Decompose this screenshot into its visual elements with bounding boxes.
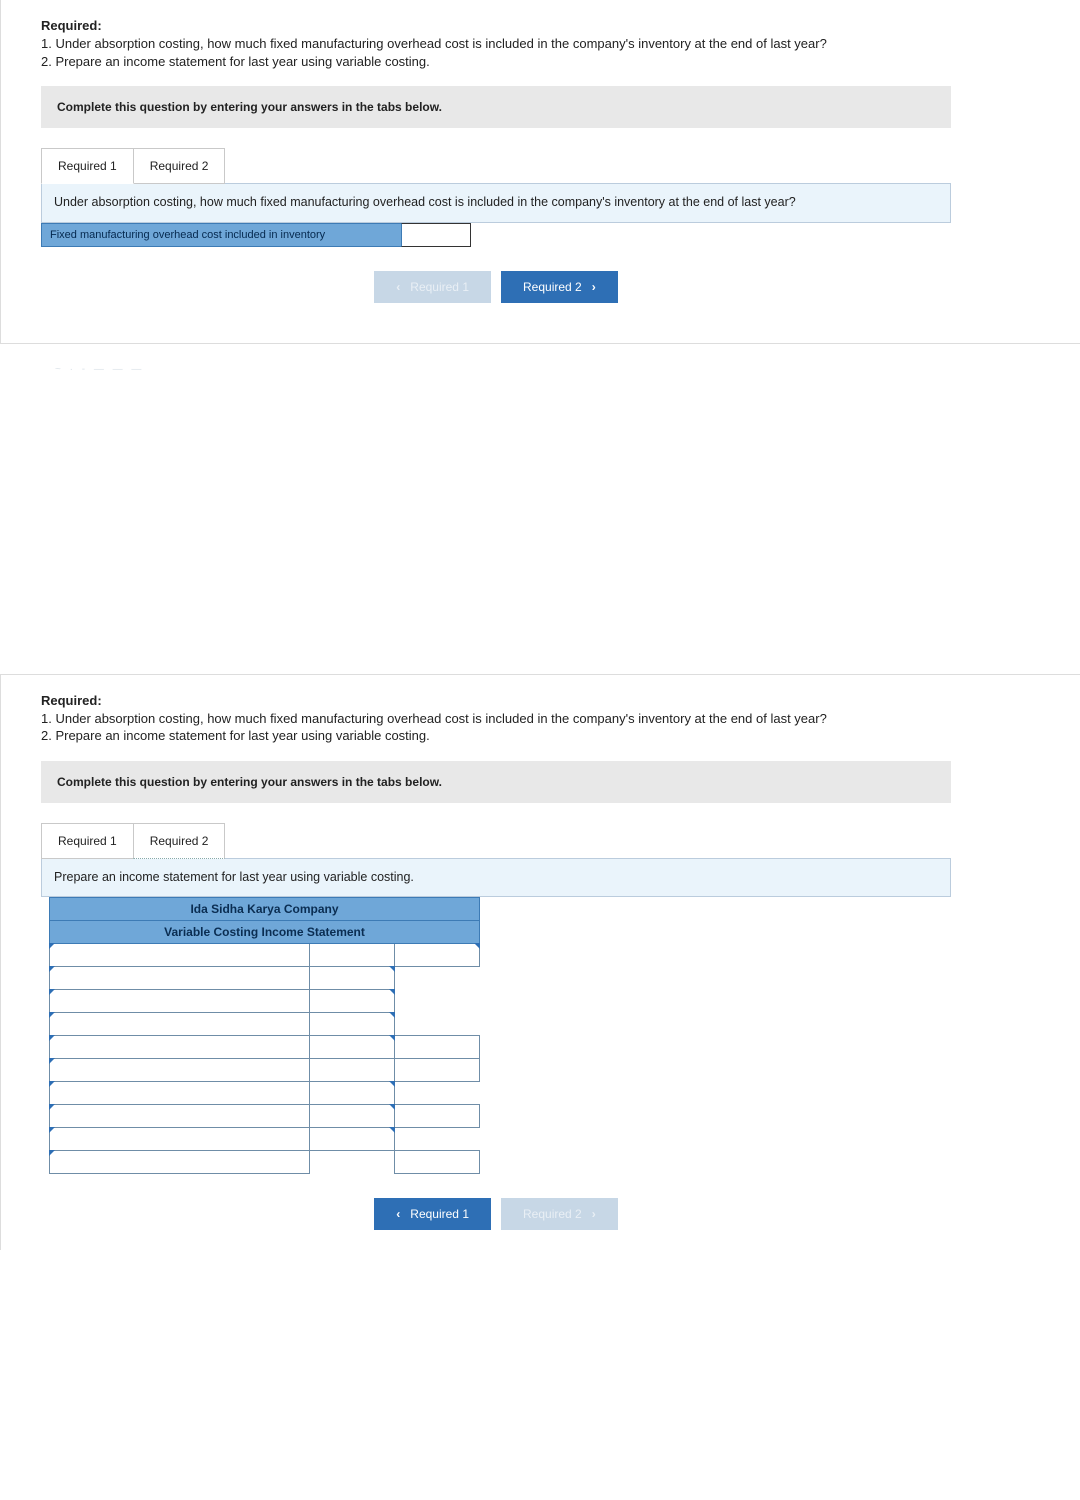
panel2-prompt: Prepare an income statement for last yea… <box>54 870 414 884</box>
answer-row: Fixed manufacturing overhead cost includ… <box>41 223 471 247</box>
next-label: Required 2 <box>523 280 582 294</box>
nav-row: ‹ Required 1 Required 2 › <box>41 1198 951 1230</box>
answer-input[interactable] <box>401 223 471 247</box>
next-button[interactable]: Required 2 › <box>501 271 618 303</box>
required-q2: 2. Prepare an income statement for last … <box>41 728 430 743</box>
panel1-prompt: Under absorption costing, how much fixed… <box>54 195 796 209</box>
stmt-mid-input[interactable] <box>310 1013 394 1035</box>
stmt-label-input[interactable] <box>50 967 309 989</box>
stmt-label-input[interactable] <box>50 1105 309 1127</box>
stmt-label-input[interactable] <box>50 1128 309 1150</box>
stmt-mid-input[interactable] <box>310 1105 394 1127</box>
stmt-label-input[interactable] <box>50 1151 309 1173</box>
prev-label: Required 1 <box>410 1207 469 1221</box>
stmt-label-input[interactable] <box>50 1036 309 1058</box>
stmt-mid-input[interactable] <box>310 1128 394 1150</box>
nav-row: ‹ Required 1 Required 2 › <box>41 271 951 303</box>
tab-required-2[interactable]: Required 2 <box>133 823 226 859</box>
stmt-value-input[interactable] <box>395 944 479 966</box>
stmt-value-input[interactable] <box>395 1151 479 1173</box>
prev-button: ‹ Required 1 <box>374 271 491 303</box>
income-statement-table: Ida Sidha Karya Company Variable Costing… <box>49 897 480 1174</box>
required-text: 1. Under absorption costing, how much fi… <box>41 35 1040 70</box>
answer-label: Fixed manufacturing overhead cost includ… <box>41 223 401 247</box>
stmt-value-input[interactable] <box>395 1105 479 1127</box>
instruction-banner: Complete this question by entering your … <box>41 761 951 803</box>
question-card-2: Required: 1. Under absorption costing, h… <box>0 674 1080 1251</box>
chevron-right-icon: › <box>592 280 596 294</box>
stmt-label-input[interactable] <box>50 944 309 966</box>
question-card-1: Required: 1. Under absorption costing, h… <box>0 0 1080 344</box>
tab-required-1[interactable]: Required 1 <box>41 148 134 184</box>
required-q2: 2. Prepare an income statement for last … <box>41 54 430 69</box>
chevron-right-icon: › <box>592 1207 596 1221</box>
stmt-mid-input[interactable] <box>310 990 394 1012</box>
page-artifact: ~ · - — — — <box>55 364 175 384</box>
chevron-left-icon: ‹ <box>396 1207 400 1221</box>
stmt-value-input[interactable] <box>395 1059 479 1081</box>
next-button: Required 2 › <box>501 1198 618 1230</box>
table-header-title: Variable Costing Income Statement <box>50 921 480 944</box>
stmt-mid-input[interactable] <box>310 967 394 989</box>
stmt-label-input[interactable] <box>50 990 309 1012</box>
stmt-label-input[interactable] <box>50 1082 309 1104</box>
required-q1: 1. Under absorption costing, how much fi… <box>41 36 827 51</box>
prev-label: Required 1 <box>410 280 469 294</box>
required-text: 1. Under absorption costing, how much fi… <box>41 710 1040 745</box>
table-header-company: Ida Sidha Karya Company <box>50 898 480 921</box>
tabs: Required 1 Required 2 <box>41 823 951 859</box>
required-heading: Required: <box>41 18 1040 33</box>
stmt-label-input[interactable] <box>50 1059 309 1081</box>
tab-required-2[interactable]: Required 2 <box>133 148 226 184</box>
stmt-mid-input[interactable] <box>310 1082 394 1104</box>
stmt-value-input[interactable] <box>395 1036 479 1058</box>
instruction-banner: Complete this question by entering your … <box>41 86 951 128</box>
prev-button[interactable]: ‹ Required 1 <box>374 1198 491 1230</box>
tab-panel-required-1: Under absorption costing, how much fixed… <box>41 183 951 223</box>
tabs: Required 1 Required 2 <box>41 148 951 184</box>
tab-panel-required-2: Prepare an income statement for last yea… <box>41 858 951 898</box>
chevron-left-icon: ‹ <box>396 280 400 294</box>
required-heading: Required: <box>41 693 1040 708</box>
stmt-label-input[interactable] <box>50 1013 309 1035</box>
stmt-mid-input[interactable] <box>310 1036 394 1058</box>
tab-required-1[interactable]: Required 1 <box>41 823 134 859</box>
next-label: Required 2 <box>523 1207 582 1221</box>
required-q1: 1. Under absorption costing, how much fi… <box>41 711 827 726</box>
